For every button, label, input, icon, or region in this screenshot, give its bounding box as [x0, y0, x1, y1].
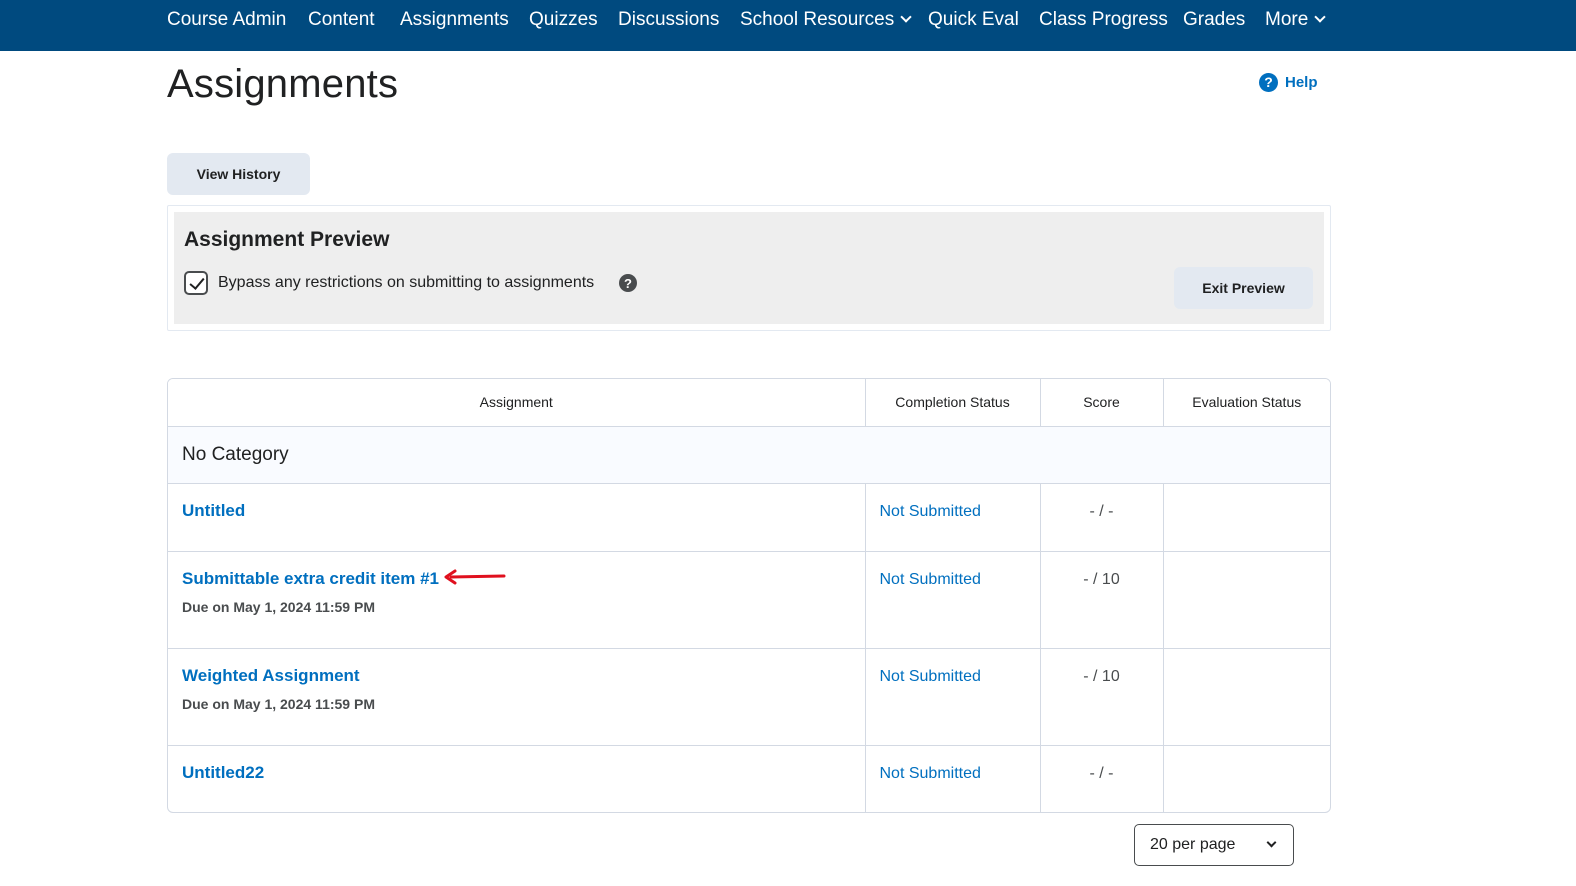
column-header-evaluation-status: Evaluation Status: [1163, 379, 1330, 427]
nav-item-more[interactable]: More: [1265, 0, 1326, 40]
assignment-cell: Weighted Assignment Due on May 1, 2024 1…: [168, 648, 866, 746]
assignments-table: Assignment Completion Status Score Evalu…: [167, 378, 1331, 813]
evaluation-status-cell: [1163, 551, 1330, 649]
nav-item-label: Assignments: [400, 9, 509, 30]
category-row: No Category: [168, 426, 1330, 484]
nav-item-label: Content: [308, 9, 375, 30]
column-header-assignment: Assignment: [168, 379, 866, 427]
nav-item-label: More: [1265, 9, 1309, 30]
red-arrow-annotation-icon: [444, 569, 506, 585]
per-page-select[interactable]: 20 per page: [1134, 824, 1294, 866]
score-cell: - / -: [1040, 483, 1164, 552]
per-page-value: 20 per page: [1150, 836, 1236, 853]
assignment-link[interactable]: Weighted Assignment: [182, 666, 360, 686]
chevron-down-icon: [900, 11, 912, 23]
preview-title: Assignment Preview: [184, 228, 390, 251]
bypass-restrictions-checkbox[interactable]: [184, 271, 208, 295]
assignment-cell: Untitled22: [168, 745, 866, 812]
table-row: Submittable extra credit item #1 Due on …: [168, 551, 1330, 649]
page-title: Assignments: [167, 62, 399, 106]
nav-item-label: Quick Eval: [928, 9, 1019, 30]
evaluation-status-cell: [1163, 483, 1330, 552]
nav-item-label: Grades: [1183, 9, 1246, 30]
category-label: No Category: [168, 426, 1330, 484]
nav-item-grades[interactable]: Grades: [1183, 0, 1245, 40]
completion-status-cell: Not Submitted: [865, 551, 1041, 649]
completion-status-link[interactable]: Not Submitted: [880, 668, 981, 685]
completion-status-cell: Not Submitted: [865, 745, 1041, 812]
help-label: Help: [1285, 73, 1318, 91]
nav-item-label: Discussions: [618, 9, 720, 30]
assignment-cell: Submittable extra credit item #1 Due on …: [168, 551, 866, 649]
top-navigation-bar: Course Admin Content Assignments Quizzes…: [0, 0, 1576, 51]
nav-item-assignments[interactable]: Assignments: [400, 0, 509, 40]
nav-item-quick-eval[interactable]: Quick Eval: [928, 0, 1019, 40]
evaluation-status-cell: [1163, 745, 1330, 812]
table-header-row: Assignment Completion Status Score Evalu…: [168, 379, 1330, 427]
table-row: Weighted Assignment Due on May 1, 2024 1…: [168, 648, 1330, 746]
completion-status-link[interactable]: Not Submitted: [880, 765, 981, 782]
assignment-link[interactable]: Untitled: [182, 501, 245, 521]
completion-status-link[interactable]: Not Submitted: [880, 503, 981, 520]
bypass-restrictions-label: Bypass any restrictions on submitting to…: [218, 274, 595, 291]
assignment-link[interactable]: Untitled22: [182, 763, 264, 783]
chevron-down-icon: [1314, 11, 1326, 23]
evaluation-status-cell: [1163, 648, 1330, 746]
due-date: Due on May 1, 2024 11:59 PM: [182, 695, 375, 712]
assignment-preview-body: Assignment Preview Bypass any restrictio…: [174, 212, 1324, 324]
nav-item-quizzes[interactable]: Quizzes: [529, 0, 598, 40]
question-help-icon[interactable]: ?: [619, 274, 637, 292]
chevron-down-icon: [1266, 837, 1277, 848]
score-cell: - / 10: [1040, 551, 1164, 649]
assignment-preview-panel: Assignment Preview Bypass any restrictio…: [167, 205, 1331, 331]
completion-status-link[interactable]: Not Submitted: [880, 571, 981, 588]
completion-status-cell: Not Submitted: [865, 483, 1041, 552]
table-row: Untitled Not Submitted - / -: [168, 483, 1330, 552]
table-row: Untitled22 Not Submitted - / -: [168, 745, 1330, 812]
assignment-cell: Untitled: [168, 483, 866, 552]
due-date: Due on May 1, 2024 11:59 PM: [182, 598, 375, 615]
score-cell: - / -: [1040, 745, 1164, 812]
view-history-button[interactable]: View History: [167, 153, 310, 195]
nav-item-label: Course Admin: [167, 9, 287, 30]
nav-item-label: School Resources: [740, 9, 895, 30]
nav-item-label: Class Progress: [1039, 9, 1168, 30]
nav-item-label: Quizzes: [529, 9, 598, 30]
nav-item-class-progress[interactable]: Class Progress: [1039, 0, 1168, 40]
nav-item-course-admin[interactable]: Course Admin: [167, 0, 286, 40]
nav-item-discussions[interactable]: Discussions: [618, 0, 719, 40]
completion-status-cell: Not Submitted: [865, 648, 1041, 746]
score-cell: - / 10: [1040, 648, 1164, 746]
exit-preview-button[interactable]: Exit Preview: [1174, 267, 1313, 309]
help-link[interactable]: ? Help: [1259, 72, 1318, 92]
help-icon: ?: [1259, 72, 1278, 92]
nav-item-school-resources[interactable]: School Resources: [740, 0, 912, 40]
nav-item-content[interactable]: Content: [308, 0, 375, 40]
assignment-link[interactable]: Submittable extra credit item #1: [182, 569, 439, 589]
column-header-completion-status: Completion Status: [865, 379, 1041, 427]
column-header-score: Score: [1040, 379, 1164, 427]
